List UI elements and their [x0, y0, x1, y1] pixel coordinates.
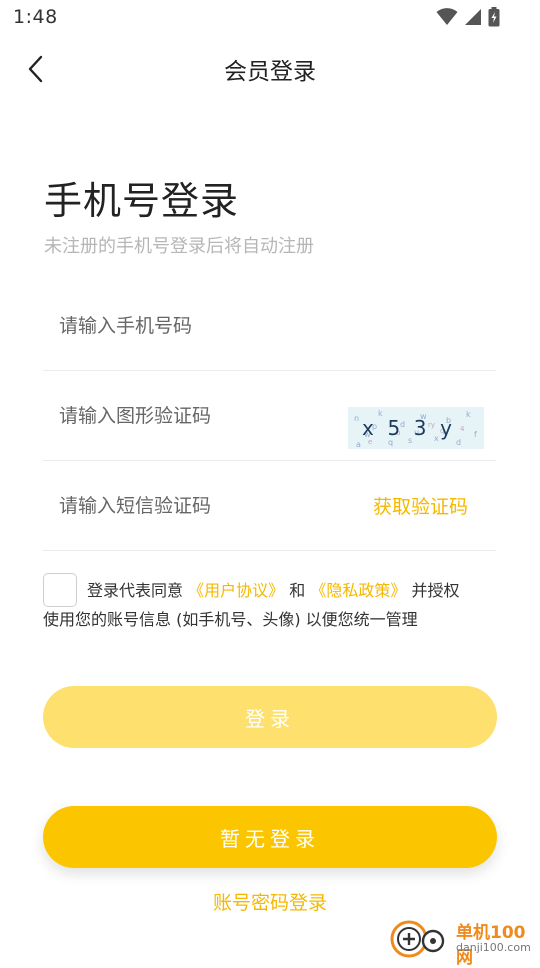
status-icons: [436, 7, 500, 27]
watermark-logo-icon: [390, 920, 445, 958]
signal-icon: [465, 9, 481, 25]
svg-text:a: a: [356, 440, 361, 449]
svg-text:4: 4: [460, 425, 465, 433]
agreement-prefix: 登录代表同意: [87, 581, 184, 600]
user-agreement-link[interactable]: 《用户协议》: [188, 581, 284, 600]
captcha-input[interactable]: [57, 370, 341, 462]
get-code-button[interactable]: 获取验证码: [373, 492, 468, 519]
status-time: 1:48: [13, 6, 58, 28]
login-subtitle: 未注册的手机号登录后将自动注册: [44, 236, 314, 257]
wifi-icon: [436, 8, 458, 25]
svg-text:f: f: [474, 430, 477, 439]
phone-input[interactable]: [57, 280, 341, 372]
login-button[interactable]: 登录: [43, 686, 497, 748]
svg-text:n: n: [354, 414, 359, 423]
privacy-policy-link[interactable]: 《隐私政策》: [310, 581, 406, 600]
phone-row: [43, 280, 496, 372]
agreement-line-1: 登录代表同意 《用户协议》 和 《隐私政策》 并授权: [87, 577, 459, 601]
login-heading: 手机号登录: [44, 179, 240, 223]
svg-text:s: s: [408, 436, 412, 445]
captcha-image[interactable]: nwk qds awx bdk fpu euq 4 ry x53y: [348, 407, 484, 449]
skip-login-button[interactable]: 暂无登录: [43, 806, 497, 868]
agreement-checkbox[interactable]: [43, 573, 77, 607]
captcha-row: nwk qds awx bdk fpu euq 4ry x53y: [43, 370, 496, 462]
agreement-and: 和: [289, 581, 306, 600]
battery-icon: [488, 7, 500, 27]
svg-text:x: x: [434, 434, 439, 443]
agreement-authorize: 并授权: [411, 581, 460, 600]
page-title: 会员登录: [224, 59, 316, 85]
sms-row: 获取验证码: [43, 460, 496, 552]
watermark-url: danji100.com: [456, 941, 531, 954]
password-login-link[interactable]: 账号密码登录: [0, 888, 540, 915]
agreement-line-2: 使用您的账号信息 (如手机号、头像) 以便您统一管理: [43, 610, 418, 629]
svg-text:k: k: [466, 410, 471, 419]
sms-code-input[interactable]: [57, 460, 341, 552]
